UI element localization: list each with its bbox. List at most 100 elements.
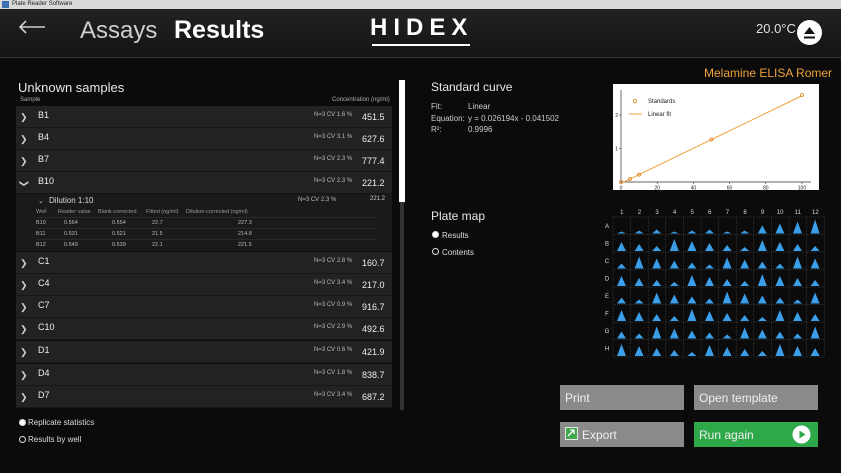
well-peak	[740, 259, 750, 269]
samples-scroll-thumb[interactable]	[399, 80, 405, 202]
sample-name: B7	[38, 154, 50, 164]
sample-row-d4[interactable]: ❯ D4 N=3 CV 1.8 % 838.7	[16, 364, 392, 386]
x-tick-label: 80	[763, 186, 769, 191]
well-peak	[617, 231, 626, 234]
well-peak	[705, 298, 714, 304]
well-peak	[617, 242, 626, 251]
well-peak	[705, 332, 714, 339]
print-button[interactable]: Print	[560, 385, 684, 410]
sample-row-c10[interactable]: ❯ C10 N=3 CV 2.9 % 492.6	[16, 318, 392, 340]
expand-chevron-icon[interactable]: ❯	[20, 370, 28, 381]
eject-icon[interactable]	[797, 20, 822, 45]
export-button[interactable]: Export	[560, 422, 684, 447]
legend-standards-marker	[632, 98, 637, 103]
run-again-label: Run again	[699, 428, 754, 442]
tab-results[interactable]: Results	[174, 16, 264, 45]
expand-chevron-icon[interactable]: ❯	[20, 156, 28, 167]
plate-column-label: 8	[743, 210, 747, 216]
results-by-well-radio[interactable]	[19, 436, 26, 443]
collapse-chevron-icon[interactable]: ❯	[18, 180, 29, 188]
expand-chevron-icon[interactable]: ❯	[20, 280, 28, 291]
well-peak	[652, 348, 662, 356]
expand-chevron-icon[interactable]: ❯	[20, 134, 28, 145]
back-arrow-icon[interactable]	[18, 20, 46, 39]
well-peak	[793, 299, 802, 304]
well-peak	[722, 231, 732, 234]
well-peak	[740, 327, 750, 339]
replicate-statistics-label: Replicate statistics	[28, 418, 95, 427]
unknown-samples-title: Unknown samples	[18, 80, 125, 95]
x-tick-label: 20	[654, 186, 660, 191]
plate-column-label: 12	[812, 210, 819, 216]
plate-row-label: E	[605, 294, 609, 300]
plate-map-results-label: Results	[442, 231, 469, 240]
x-tick-label: 60	[727, 186, 733, 191]
expand-chevron-icon[interactable]: ❯	[20, 324, 28, 335]
sample-name: C1	[38, 256, 50, 266]
replicate-statistics-radio[interactable]	[19, 419, 26, 426]
cell-dilution: 221.5	[186, 239, 276, 250]
sample-row-b4[interactable]: ❯ B4 N=3 CV 3.1 % 627.6	[16, 128, 392, 150]
sample-row-d7[interactable]: ❯ D7 N=3 CV 3.4 % 687.2	[16, 386, 392, 408]
well-peak	[669, 231, 679, 234]
results-by-well-label: Results by well	[28, 435, 82, 444]
cell-fitted: 21.5	[146, 228, 186, 240]
well-peak	[669, 282, 679, 286]
plate-map-results-radio[interactable]	[432, 231, 439, 238]
well-peak	[757, 274, 767, 286]
well-peak	[722, 279, 732, 286]
expand-chevron-icon[interactable]: ❯	[20, 347, 28, 358]
sample-value: 451.5	[362, 112, 385, 122]
well-peak	[652, 246, 662, 251]
sample-row-b1[interactable]: ❯ B1 N=3 CV 1.6 % 451.5	[16, 106, 392, 128]
well-peak	[757, 295, 767, 304]
equation-label: Equation:	[431, 114, 465, 123]
sample-row-c1[interactable]: ❯ C1 N=3 CV 2.8 % 160.7	[16, 252, 392, 274]
sample-name: B4	[38, 132, 50, 142]
well-peak	[810, 348, 820, 356]
well-peak	[775, 310, 785, 321]
well-peak	[793, 221, 802, 234]
run-again-button[interactable]: Run again	[694, 422, 818, 447]
well-peak	[722, 313, 732, 321]
window-titlebar: Plate Reader Software	[0, 0, 841, 9]
well-peak	[617, 297, 626, 304]
sample-value: 838.7	[362, 370, 385, 380]
well-peak	[757, 351, 767, 356]
plate-map: 1 2 3 4 5 6 7 8 9 10 11 12 A B C D E F G H	[603, 207, 825, 359]
open-template-button[interactable]: Open template	[694, 385, 818, 410]
well-peak	[652, 326, 662, 339]
well-peak	[722, 334, 732, 339]
sample-row-b10[interactable]: ❯ B10 N=3 CV 2.3 % 221.2	[16, 172, 392, 194]
plate-column-label: 7	[726, 210, 730, 216]
plate-map-contents-label: Contents	[442, 248, 475, 257]
dilution-value: 221.2	[370, 196, 386, 202]
plate-map-contents-radio[interactable]	[432, 248, 439, 255]
plate-row-label: A	[605, 224, 609, 230]
well-peak	[687, 241, 697, 251]
expand-chevron-icon[interactable]: ❯	[20, 112, 28, 123]
expand-chevron-icon[interactable]: ❯	[20, 302, 28, 313]
sample-row-b7[interactable]: ❯ B7 N=3 CV 2.3 % 777.4	[16, 150, 392, 172]
plate-row-label: D	[605, 276, 610, 282]
x-tick-label: 100	[798, 186, 807, 191]
sample-row-c4[interactable]: ❯ C4 N=3 CV 3.4 % 217.0	[16, 274, 392, 296]
sample-row-d1[interactable]: ❯ D1 N=3 CV 0.6 % 421.9	[16, 341, 392, 363]
tab-assays[interactable]: Assays	[80, 17, 157, 45]
well-peak	[793, 256, 802, 269]
fit-value: Linear	[468, 102, 491, 111]
expand-chevron-icon[interactable]: ❯	[20, 392, 28, 403]
sample-row-c7[interactable]: ❯ C7 N=3 CV 0.9 % 916.7	[16, 296, 392, 318]
sample-value: 160.7	[362, 258, 385, 268]
legend-standards-label: Standards	[648, 99, 675, 105]
sample-name: D1	[38, 345, 50, 355]
expand-chevron-icon[interactable]: ❯	[20, 258, 28, 269]
well-peak	[793, 312, 802, 321]
dilution-chevron-icon[interactable]: ⌄	[38, 197, 44, 205]
play-icon	[792, 425, 811, 447]
well-peak	[634, 278, 644, 286]
well-peak	[775, 344, 785, 356]
equation-value: y = 0.026194x - 0.041502	[468, 114, 559, 123]
plate-column-label: 5	[691, 210, 695, 216]
sample-stats: N=3 CV 0.6 %	[314, 347, 353, 353]
